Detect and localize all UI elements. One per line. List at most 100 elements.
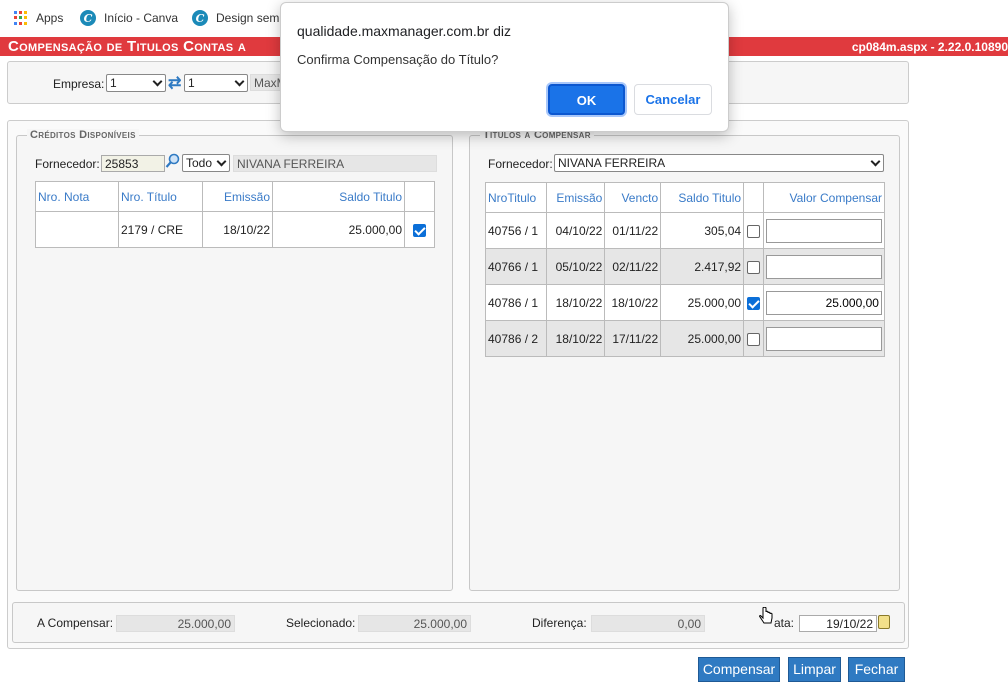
bookmark-label: Design sem [216,11,280,25]
col-emissao[interactable]: Emissão [202,181,273,212]
empresa-select-value: 1 [110,76,117,90]
titulos-fornecedor-label: Fornecedor: [488,157,553,171]
cell-select [743,320,764,357]
search-icon[interactable] [165,153,181,169]
cell-saldo: 25.000,00 [660,320,745,357]
titulos-fornecedor-select[interactable]: NIVANA FERREIRA [554,154,884,172]
bookmark-design[interactable]: C Design sem [192,10,279,26]
a-compensar-value: 25.000,00 [116,615,235,632]
creditos-legend: Créditos Disponíveis [27,129,139,141]
chevron-down-icon [234,76,245,87]
cell-vencto: 01/11/22 [604,212,662,249]
fornecedor-code-input[interactable]: 25853 [101,155,165,172]
calendar-icon[interactable] [878,615,890,629]
cell-vencto: 18/10/22 [604,284,662,321]
confirm-dialog: qualidade.maxmanager.com.br diz Confirma… [280,2,729,132]
dialog-message: Confirma Compensação do Título? [297,52,499,67]
titulos-table: NroTitulo Emissão Vencto Saldo Titulo Va… [485,182,886,357]
cell-saldo: 305,04 [660,212,745,249]
col-saldo-titulo[interactable]: Saldo Titulo [272,181,405,212]
titulo-checkbox[interactable] [747,332,761,346]
cell-select [743,212,764,249]
cell-nro-titulo: 40756 / 1 [485,212,547,249]
chevron-down-icon [870,156,881,167]
cell-saldo: 25.000,00 [272,211,405,248]
table-header-row: Nro. Nota Nro. Título Emissão Saldo Titu… [35,181,435,212]
table-row: 40756 / 1 04/10/22 01/11/22 305,04 [485,212,886,249]
cancel-button[interactable]: Cancelar [634,84,712,115]
canva-icon: C [192,10,208,26]
apps-grid-icon [14,11,28,25]
valor-compensar-input[interactable] [765,326,882,351]
col-valor-compensar[interactable]: Valor Compensar [762,182,886,213]
selecionado-label: Selecionado: [286,616,356,630]
fornecedor-select-value: NIVANA FERREIRA [558,156,666,170]
titulo-checkbox[interactable] [747,260,761,274]
diferenca-label: Diferença: [532,616,587,630]
cell-select [743,248,764,285]
cell-saldo: 25.000,00 [660,284,745,321]
bookmark-label: Início - Canva [104,11,179,25]
chevron-down-icon [152,76,163,87]
bookmark-canva-inicio[interactable]: C Início - Canva [80,10,178,26]
bookmark-apps[interactable]: Apps [14,10,63,26]
cell-emissao: 18/10/22 [545,284,606,321]
ok-button[interactable]: OK [548,84,625,115]
cell-select [404,211,435,248]
cell-vencto: 02/11/22 [604,248,662,285]
cell-emissao: 05/10/22 [545,248,606,285]
cell-nro-titulo: 40786 / 2 [485,320,547,357]
col-nro-titulo[interactable]: NroTitulo [485,182,547,213]
col-nro-nota[interactable]: Nro. Nota [35,181,119,212]
bookmark-label: Apps [36,11,64,25]
data-label: ata: [774,616,795,630]
col-select [404,181,435,212]
cell-emissao: 18/10/22 [202,211,273,248]
creditos-table: Nro. Nota Nro. Título Emissão Saldo Titu… [35,181,435,248]
diferenca-value: 0,00 [591,615,705,632]
cell-nro-titulo: 2179 / CRE [118,211,203,248]
titulos-fieldset: Titulos à Compensar Fornecedor: NIVANA F… [469,129,900,591]
cell-valor [762,320,886,357]
col-nro-titulo[interactable]: Nro. Título [118,181,203,212]
table-row: 40786 / 2 18/10/22 17/11/22 25.000,00 [485,320,886,357]
cell-select [743,284,764,321]
cell-nro-titulo: 40766 / 1 [485,248,547,285]
credito-checkbox[interactable] [413,223,426,237]
compensar-button[interactable]: Compensar [698,657,780,682]
empresa-select[interactable]: 1 [106,74,166,92]
fechar-button[interactable]: Fechar [848,657,905,682]
fornecedor-filter-select[interactable]: Todo [182,154,230,172]
cell-emissao: 18/10/22 [545,320,606,357]
a-compensar-label: A Compensar: [37,616,114,630]
cell-valor [762,212,886,249]
fornecedor-name: NIVANA FERREIRA [233,155,437,172]
col-emissao[interactable]: Emissão [545,182,606,213]
limpar-button[interactable]: Limpar [788,657,841,682]
col-select [743,182,764,213]
cell-vencto: 17/11/22 [604,320,662,357]
page-title: Compensação de Titulos Contas a [8,38,247,55]
creditos-fornecedor-label: Fornecedor: [35,157,100,171]
dialog-host: qualidade.maxmanager.com.br diz [297,23,512,39]
valor-compensar-input[interactable] [765,290,882,315]
col-saldo-titulo[interactable]: Saldo Titulo [660,182,745,213]
table-row: 40766 / 1 05/10/22 02/11/22 2.417,92 [485,248,886,285]
titulo-checkbox[interactable] [747,296,761,310]
valor-compensar-input[interactable] [765,254,882,279]
swap-icon[interactable]: ⇄ [168,73,181,93]
filial-select[interactable]: 1 [184,74,248,92]
cell-emissao: 04/10/22 [545,212,606,249]
table-row: 40786 / 1 18/10/22 18/10/22 25.000,00 [485,284,886,321]
canva-icon: C [80,10,96,26]
filter-select-value: Todo [186,156,213,170]
cell-nro-nota [35,211,119,248]
data-input[interactable]: 19/10/22 [799,615,877,632]
empresa-label: Empresa: [53,77,105,91]
valor-compensar-input[interactable] [765,218,882,243]
cell-valor [762,248,886,285]
table-row: 2179 / CRE 18/10/22 25.000,00 [35,211,435,248]
col-vencto[interactable]: Vencto [604,182,662,213]
creditos-fieldset: Créditos Disponíveis Fornecedor: 25853 T… [16,129,453,591]
titulo-checkbox[interactable] [747,224,761,238]
